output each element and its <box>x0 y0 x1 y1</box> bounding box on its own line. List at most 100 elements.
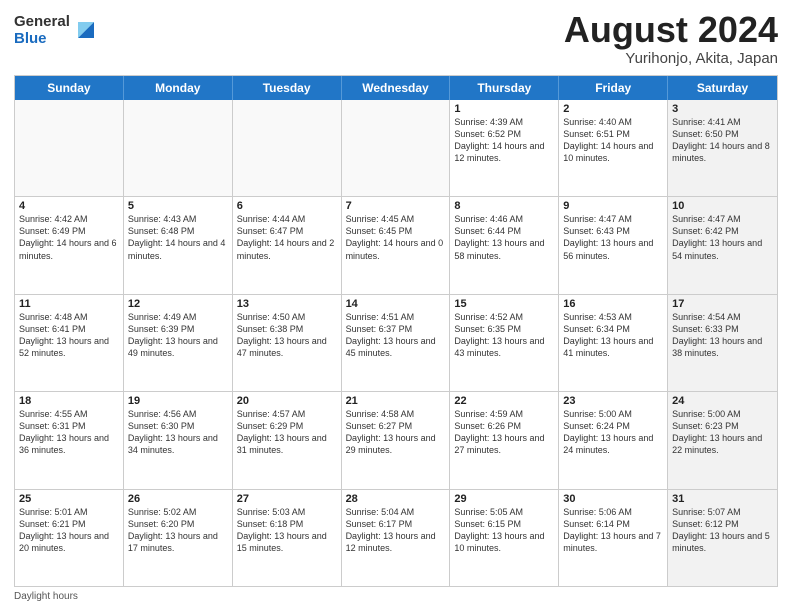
calendar-cell: 6Sunrise: 4:44 AM Sunset: 6:47 PM Daylig… <box>233 197 342 293</box>
calendar-cell: 25Sunrise: 5:01 AM Sunset: 6:21 PM Dayli… <box>15 490 124 586</box>
calendar-cell: 23Sunrise: 5:00 AM Sunset: 6:24 PM Dayli… <box>559 392 668 488</box>
header: General Blue August 2024 Yurihonjo, Akit… <box>14 10 778 67</box>
calendar-cell: 21Sunrise: 4:58 AM Sunset: 6:27 PM Dayli… <box>342 392 451 488</box>
calendar-header-cell: Saturday <box>668 76 777 100</box>
calendar-cell: 17Sunrise: 4:54 AM Sunset: 6:33 PM Dayli… <box>668 295 777 391</box>
day-number: 28 <box>346 493 446 505</box>
calendar-cell <box>342 100 451 196</box>
day-number: 15 <box>454 298 554 310</box>
logo-blue: Blue <box>14 31 70 48</box>
day-number: 9 <box>563 200 663 212</box>
calendar-cell: 3Sunrise: 4:41 AM Sunset: 6:50 PM Daylig… <box>668 100 777 196</box>
calendar-cell: 28Sunrise: 5:04 AM Sunset: 6:17 PM Dayli… <box>342 490 451 586</box>
day-number: 20 <box>237 395 337 407</box>
calendar-body: 1Sunrise: 4:39 AM Sunset: 6:52 PM Daylig… <box>15 100 777 586</box>
day-number: 13 <box>237 298 337 310</box>
day-number: 29 <box>454 493 554 505</box>
calendar-cell: 1Sunrise: 4:39 AM Sunset: 6:52 PM Daylig… <box>450 100 559 196</box>
day-number: 17 <box>672 298 773 310</box>
calendar-row: 25Sunrise: 5:01 AM Sunset: 6:21 PM Dayli… <box>15 490 777 586</box>
calendar-cell: 22Sunrise: 4:59 AM Sunset: 6:26 PM Dayli… <box>450 392 559 488</box>
calendar-cell: 14Sunrise: 4:51 AM Sunset: 6:37 PM Dayli… <box>342 295 451 391</box>
calendar-header-cell: Thursday <box>450 76 559 100</box>
calendar-cell: 24Sunrise: 5:00 AM Sunset: 6:23 PM Dayli… <box>668 392 777 488</box>
cell-text: Sunrise: 4:47 AM Sunset: 6:42 PM Dayligh… <box>672 213 773 262</box>
title-location: Yurihonjo, Akita, Japan <box>564 50 778 67</box>
calendar-header-cell: Friday <box>559 76 668 100</box>
calendar-cell: 2Sunrise: 4:40 AM Sunset: 6:51 PM Daylig… <box>559 100 668 196</box>
calendar-row: 1Sunrise: 4:39 AM Sunset: 6:52 PM Daylig… <box>15 100 777 197</box>
cell-text: Sunrise: 4:46 AM Sunset: 6:44 PM Dayligh… <box>454 213 554 262</box>
cell-text: Sunrise: 5:00 AM Sunset: 6:24 PM Dayligh… <box>563 408 663 457</box>
day-number: 25 <box>19 493 119 505</box>
cell-text: Sunrise: 5:07 AM Sunset: 6:12 PM Dayligh… <box>672 506 773 555</box>
calendar-cell: 18Sunrise: 4:55 AM Sunset: 6:31 PM Dayli… <box>15 392 124 488</box>
title-block: August 2024 Yurihonjo, Akita, Japan <box>564 10 778 67</box>
cell-text: Sunrise: 4:56 AM Sunset: 6:30 PM Dayligh… <box>128 408 228 457</box>
calendar-cell: 30Sunrise: 5:06 AM Sunset: 6:14 PM Dayli… <box>559 490 668 586</box>
cell-text: Sunrise: 4:59 AM Sunset: 6:26 PM Dayligh… <box>454 408 554 457</box>
title-month-year: August 2024 <box>564 10 778 50</box>
day-number: 23 <box>563 395 663 407</box>
calendar-cell <box>124 100 233 196</box>
calendar-cell: 31Sunrise: 5:07 AM Sunset: 6:12 PM Dayli… <box>668 490 777 586</box>
day-number: 8 <box>454 200 554 212</box>
logo-text: General Blue <box>14 14 70 47</box>
day-number: 10 <box>672 200 773 212</box>
day-number: 18 <box>19 395 119 407</box>
calendar-row: 18Sunrise: 4:55 AM Sunset: 6:31 PM Dayli… <box>15 392 777 489</box>
day-number: 22 <box>454 395 554 407</box>
cell-text: Sunrise: 5:05 AM Sunset: 6:15 PM Dayligh… <box>454 506 554 555</box>
calendar-row: 11Sunrise: 4:48 AM Sunset: 6:41 PM Dayli… <box>15 295 777 392</box>
calendar-cell: 16Sunrise: 4:53 AM Sunset: 6:34 PM Dayli… <box>559 295 668 391</box>
logo-icon <box>72 16 100 44</box>
cell-text: Sunrise: 5:03 AM Sunset: 6:18 PM Dayligh… <box>237 506 337 555</box>
calendar-cell: 5Sunrise: 4:43 AM Sunset: 6:48 PM Daylig… <box>124 197 233 293</box>
cell-text: Sunrise: 4:43 AM Sunset: 6:48 PM Dayligh… <box>128 213 228 262</box>
cell-text: Sunrise: 4:54 AM Sunset: 6:33 PM Dayligh… <box>672 311 773 360</box>
calendar-cell: 8Sunrise: 4:46 AM Sunset: 6:44 PM Daylig… <box>450 197 559 293</box>
logo: General Blue <box>14 14 100 47</box>
day-number: 1 <box>454 103 554 115</box>
day-number: 26 <box>128 493 228 505</box>
calendar: SundayMondayTuesdayWednesdayThursdayFrid… <box>14 75 778 587</box>
calendar-cell: 26Sunrise: 5:02 AM Sunset: 6:20 PM Dayli… <box>124 490 233 586</box>
calendar-cell: 29Sunrise: 5:05 AM Sunset: 6:15 PM Dayli… <box>450 490 559 586</box>
cell-text: Sunrise: 4:52 AM Sunset: 6:35 PM Dayligh… <box>454 311 554 360</box>
calendar-cell: 13Sunrise: 4:50 AM Sunset: 6:38 PM Dayli… <box>233 295 342 391</box>
calendar-cell: 12Sunrise: 4:49 AM Sunset: 6:39 PM Dayli… <box>124 295 233 391</box>
logo-general: General <box>14 14 70 31</box>
day-number: 5 <box>128 200 228 212</box>
cell-text: Sunrise: 5:01 AM Sunset: 6:21 PM Dayligh… <box>19 506 119 555</box>
day-number: 19 <box>128 395 228 407</box>
cell-text: Sunrise: 4:51 AM Sunset: 6:37 PM Dayligh… <box>346 311 446 360</box>
footer-note: Daylight hours <box>14 591 778 602</box>
calendar-cell: 19Sunrise: 4:56 AM Sunset: 6:30 PM Dayli… <box>124 392 233 488</box>
calendar-header-cell: Tuesday <box>233 76 342 100</box>
day-number: 6 <box>237 200 337 212</box>
calendar-row: 4Sunrise: 4:42 AM Sunset: 6:49 PM Daylig… <box>15 197 777 294</box>
cell-text: Sunrise: 4:50 AM Sunset: 6:38 PM Dayligh… <box>237 311 337 360</box>
cell-text: Sunrise: 5:02 AM Sunset: 6:20 PM Dayligh… <box>128 506 228 555</box>
calendar-cell: 11Sunrise: 4:48 AM Sunset: 6:41 PM Dayli… <box>15 295 124 391</box>
calendar-cell: 4Sunrise: 4:42 AM Sunset: 6:49 PM Daylig… <box>15 197 124 293</box>
cell-text: Sunrise: 4:39 AM Sunset: 6:52 PM Dayligh… <box>454 116 554 165</box>
cell-text: Sunrise: 4:48 AM Sunset: 6:41 PM Dayligh… <box>19 311 119 360</box>
cell-text: Sunrise: 5:00 AM Sunset: 6:23 PM Dayligh… <box>672 408 773 457</box>
cell-text: Sunrise: 4:41 AM Sunset: 6:50 PM Dayligh… <box>672 116 773 165</box>
calendar-cell: 20Sunrise: 4:57 AM Sunset: 6:29 PM Dayli… <box>233 392 342 488</box>
cell-text: Sunrise: 4:45 AM Sunset: 6:45 PM Dayligh… <box>346 213 446 262</box>
day-number: 27 <box>237 493 337 505</box>
day-number: 7 <box>346 200 446 212</box>
calendar-cell: 7Sunrise: 4:45 AM Sunset: 6:45 PM Daylig… <box>342 197 451 293</box>
day-number: 3 <box>672 103 773 115</box>
calendar-header-row: SundayMondayTuesdayWednesdayThursdayFrid… <box>15 76 777 100</box>
cell-text: Sunrise: 4:58 AM Sunset: 6:27 PM Dayligh… <box>346 408 446 457</box>
cell-text: Sunrise: 4:53 AM Sunset: 6:34 PM Dayligh… <box>563 311 663 360</box>
day-number: 16 <box>563 298 663 310</box>
calendar-cell: 15Sunrise: 4:52 AM Sunset: 6:35 PM Dayli… <box>450 295 559 391</box>
page: General Blue August 2024 Yurihonjo, Akit… <box>0 0 792 612</box>
cell-text: Sunrise: 4:49 AM Sunset: 6:39 PM Dayligh… <box>128 311 228 360</box>
cell-text: Sunrise: 4:55 AM Sunset: 6:31 PM Dayligh… <box>19 408 119 457</box>
calendar-cell: 10Sunrise: 4:47 AM Sunset: 6:42 PM Dayli… <box>668 197 777 293</box>
